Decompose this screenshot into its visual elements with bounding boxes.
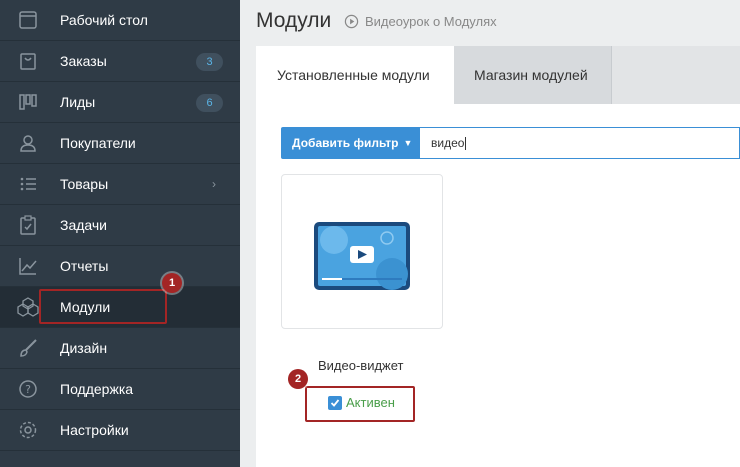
module-name: Видео-виджет (318, 358, 404, 373)
annotation-highlight-status (305, 386, 415, 422)
customers-user-icon (17, 132, 39, 154)
sidebar-item-label: Задачи (60, 217, 108, 233)
modules-cubes-icon (17, 296, 39, 318)
sidebar-item-tasks[interactable]: Задачи (0, 205, 240, 246)
sidebar-item-support[interactable]: ? Поддержка (0, 369, 240, 410)
settings-gear-icon (17, 419, 39, 441)
annotation-badge-one: 1 (162, 273, 182, 293)
video-widget-thumbnail-icon (314, 222, 410, 290)
caret-down-icon: ▼ (403, 138, 413, 148)
sidebar-item-label: Покупатели (60, 135, 136, 151)
sidebar-item-label: Товары (60, 176, 109, 192)
sidebar-item-products[interactable]: Товары › (0, 164, 240, 205)
svg-text:?: ? (25, 383, 31, 396)
sidebar-item-leads[interactable]: Лиды 6 (0, 82, 240, 123)
add-filter-label: Добавить фильтр (292, 136, 399, 150)
sidebar-item-label: Поддержка (60, 381, 134, 397)
text-cursor (465, 136, 467, 150)
annotation-highlight-modules (39, 289, 167, 324)
sidebar-item-orders[interactable]: Заказы 3 (0, 41, 240, 82)
sidebar-item-reports[interactable]: Отчеты (0, 246, 240, 287)
play-circle-icon (344, 14, 359, 29)
products-list-icon (17, 173, 39, 195)
filter-search-input[interactable]: видео (420, 127, 740, 159)
sidebar: Рабочий стол Заказы 3 Лиды 6 Покупатели … (0, 0, 240, 467)
sidebar-item-settings[interactable]: Настройки (0, 410, 240, 451)
reports-chart-icon (17, 255, 39, 277)
add-filter-button[interactable]: Добавить фильтр ▼ (281, 127, 420, 159)
sidebar-item-label: Настройки (60, 422, 129, 438)
page-title: Модули (256, 9, 332, 32)
module-card-video-widget[interactable] (281, 174, 443, 329)
tab-bar: Установленные модули Магазин модулей (256, 46, 740, 104)
sidebar-item-label: Заказы (60, 53, 107, 69)
sidebar-item-label: Дизайн (60, 340, 108, 356)
orders-count-badge: 3 (196, 53, 223, 71)
orders-bag-icon (17, 50, 39, 72)
sidebar-item-design[interactable]: Дизайн (0, 328, 240, 369)
tab-installed-modules[interactable]: Установленные модули (256, 46, 454, 104)
filter-search-value: видео (431, 136, 465, 150)
sidebar-item-desktop[interactable]: Рабочий стол (0, 0, 240, 41)
tasks-clipboard-icon (17, 214, 39, 236)
sidebar-item-label: Отчеты (60, 258, 109, 274)
chevron-right-icon: › (212, 177, 216, 191)
support-question-icon: ? (17, 378, 39, 400)
design-brush-icon (17, 337, 39, 359)
desktop-icon (17, 9, 39, 31)
video-tutorial-label: Видеоурок о Модулях (365, 14, 497, 29)
sidebar-item-customers[interactable]: Покупатели (0, 123, 240, 164)
annotation-badge-two: 2 (288, 369, 308, 389)
sidebar-item-label: Лиды (60, 94, 96, 110)
sidebar-item-label: Рабочий стол (60, 12, 148, 28)
leads-kanban-icon (17, 91, 39, 113)
tab-modules-store[interactable]: Магазин модулей (454, 46, 612, 104)
leads-count-badge: 6 (196, 94, 223, 112)
video-tutorial-link[interactable]: Видеоурок о Модулях (344, 14, 497, 29)
